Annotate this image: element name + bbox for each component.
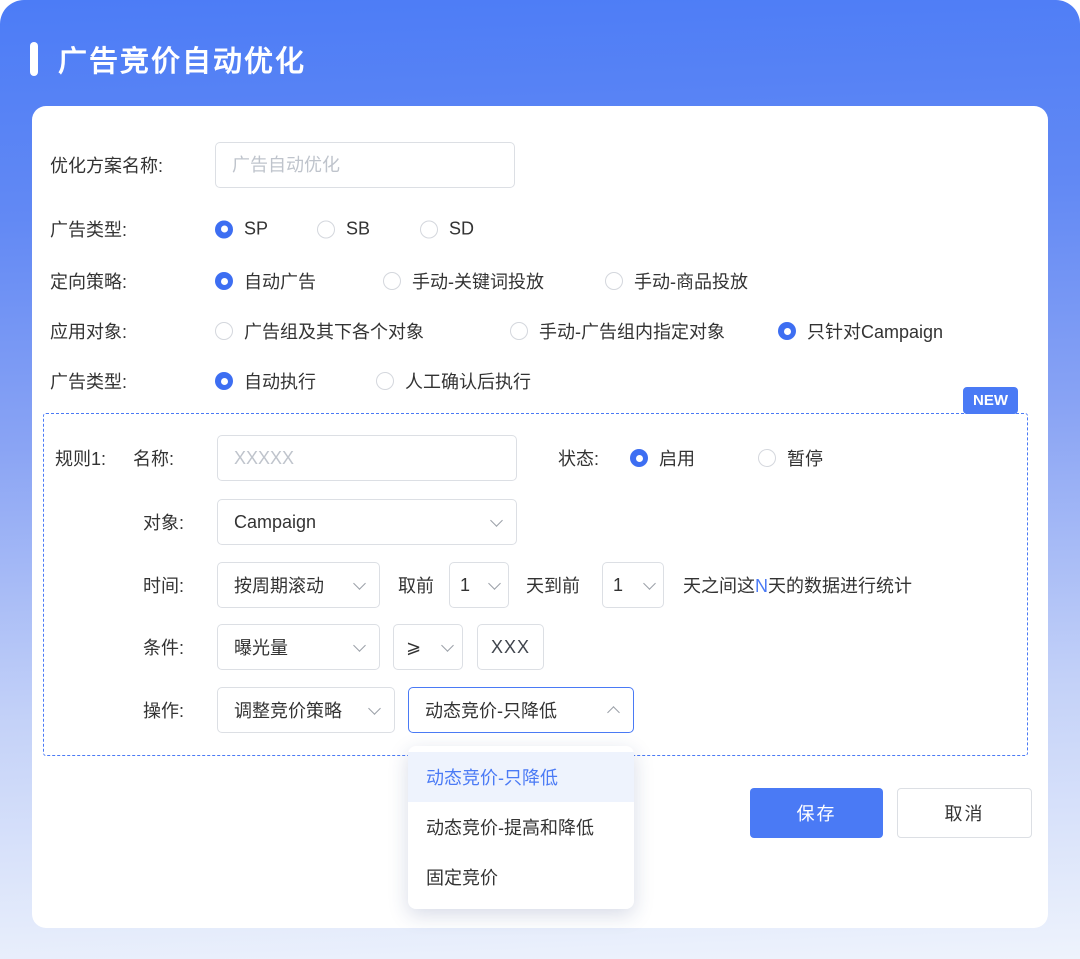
- targeting-label: 定向策略:: [50, 268, 127, 294]
- radio-unselected-icon: [420, 220, 438, 238]
- select-value: 动态竞价-只降低: [425, 697, 557, 723]
- radio-label: 广告组及其下各个对象: [244, 318, 424, 344]
- chevron-down-icon: [353, 639, 366, 652]
- menu-item-dynamic-up-down[interactable]: 动态竞价-提高和降低: [408, 802, 634, 852]
- rule-action-label: 操作:: [143, 697, 184, 723]
- rule-object-select[interactable]: Campaign: [217, 499, 517, 545]
- radio-status-paused[interactable]: 暂停: [758, 445, 823, 471]
- input-value: XXX: [491, 637, 530, 658]
- radio-label: 手动-商品投放: [634, 268, 748, 294]
- rule-time-label: 时间:: [143, 572, 184, 598]
- radio-execute-auto[interactable]: 自动执行: [215, 368, 316, 394]
- radio-execute-manual-confirm[interactable]: 人工确认后执行: [376, 368, 531, 394]
- radio-unselected-icon: [317, 220, 335, 238]
- radio-ad-type-sd[interactable]: SD: [420, 219, 474, 240]
- radio-label: 自动执行: [244, 368, 316, 394]
- condition-value-input[interactable]: XXX: [477, 624, 544, 670]
- select-value: 1: [460, 575, 470, 596]
- radio-selected-icon: [778, 322, 796, 340]
- save-button[interactable]: 保存: [750, 788, 883, 838]
- chevron-down-icon: [488, 577, 501, 590]
- select-value: 按周期滚动: [234, 572, 324, 598]
- plan-name-label: 优化方案名称:: [50, 152, 163, 178]
- ad-type-label: 广告类型:: [50, 216, 127, 242]
- condition-metric-select[interactable]: 曝光量: [217, 624, 380, 670]
- radio-status-enabled[interactable]: 启用: [630, 445, 695, 471]
- chevron-down-icon: [490, 514, 503, 527]
- plan-name-input[interactable]: [215, 142, 515, 188]
- radio-selected-icon: [215, 272, 233, 290]
- execute-mode-label: 广告类型:: [50, 368, 127, 394]
- radio-label: 启用: [659, 445, 695, 471]
- radio-ad-type-sb[interactable]: SB: [317, 219, 370, 240]
- radio-apply-adgroup-specified[interactable]: 手动-广告组内指定对象: [510, 318, 725, 344]
- title-accent-bar: [30, 42, 38, 76]
- chevron-down-icon: [643, 577, 656, 590]
- radio-label: 只针对Campaign: [807, 318, 943, 344]
- radio-label: SP: [244, 219, 268, 240]
- condition-operator-select[interactable]: ⩾: [393, 624, 463, 670]
- time-to-days-select[interactable]: 1: [602, 562, 664, 608]
- radio-apply-adgroup-all[interactable]: 广告组及其下各个对象: [215, 318, 424, 344]
- time-from-days-select[interactable]: 1: [449, 562, 509, 608]
- bid-option-dropdown-menu: 动态竞价-只降低 动态竞价-提高和降低 固定竞价: [408, 746, 634, 909]
- radio-label: SD: [449, 219, 474, 240]
- page-title: 广告竞价自动优化: [58, 38, 306, 80]
- time-to-label: 天到前: [526, 572, 580, 598]
- radio-label: 人工确认后执行: [405, 368, 531, 394]
- radio-targeting-product[interactable]: 手动-商品投放: [605, 268, 748, 294]
- radio-unselected-icon: [215, 322, 233, 340]
- menu-item-dynamic-down-only[interactable]: 动态竞价-只降低: [408, 752, 634, 802]
- action-bid-select-open[interactable]: 动态竞价-只降低: [408, 687, 634, 733]
- radio-label: 暂停: [787, 445, 823, 471]
- radio-label: 手动-关键词投放: [412, 268, 544, 294]
- page: 广告竞价自动优化 优化方案名称: 广告类型: SP SB SD 定向策略: 自动…: [0, 0, 1080, 959]
- radio-unselected-icon: [758, 449, 776, 467]
- select-value: 1: [613, 575, 623, 596]
- time-mode-select[interactable]: 按周期滚动: [217, 562, 380, 608]
- rule-name-label: 名称:: [133, 445, 174, 471]
- rule-condition-label: 条件:: [143, 634, 184, 660]
- radio-selected-icon: [630, 449, 648, 467]
- radio-ad-type-sp[interactable]: SP: [215, 219, 268, 240]
- time-stat-hint: 天之间这N天的数据进行统计: [683, 572, 912, 598]
- radio-unselected-icon: [376, 372, 394, 390]
- radio-targeting-auto[interactable]: 自动广告: [215, 268, 316, 294]
- chevron-down-icon: [368, 702, 381, 715]
- radio-label: 手动-广告组内指定对象: [539, 318, 725, 344]
- rule-status-label: 状态:: [558, 445, 599, 471]
- radio-apply-campaign-only[interactable]: 只针对Campaign: [778, 318, 943, 344]
- radio-selected-icon: [215, 372, 233, 390]
- chevron-down-icon: [441, 639, 454, 652]
- chevron-up-icon: [607, 706, 620, 719]
- chevron-down-icon: [353, 577, 366, 590]
- select-value: 曝光量: [234, 634, 288, 660]
- radio-unselected-icon: [605, 272, 623, 290]
- radio-unselected-icon: [510, 322, 528, 340]
- hint-n: N: [755, 576, 768, 596]
- select-value: 调整竞价策略: [234, 697, 342, 723]
- rule-object-label: 对象:: [143, 509, 184, 535]
- action-strategy-select[interactable]: 调整竞价策略: [217, 687, 395, 733]
- radio-label: SB: [346, 219, 370, 240]
- radio-selected-icon: [215, 220, 233, 238]
- radio-targeting-keyword[interactable]: 手动-关键词投放: [383, 268, 544, 294]
- rule-title: 规则1:: [55, 445, 106, 471]
- menu-item-fixed-bid[interactable]: 固定竞价: [408, 852, 634, 902]
- new-badge: NEW: [963, 387, 1018, 414]
- select-value: Campaign: [234, 512, 316, 533]
- select-value: ⩾: [406, 637, 421, 658]
- cancel-button[interactable]: 取消: [897, 788, 1032, 838]
- radio-label: 自动广告: [244, 268, 316, 294]
- rule-name-input[interactable]: [217, 435, 517, 481]
- hint-text: 天之间这: [683, 576, 755, 596]
- time-take-label: 取前: [398, 572, 434, 598]
- radio-unselected-icon: [383, 272, 401, 290]
- hint-text: 天的数据进行统计: [768, 576, 912, 596]
- apply-target-label: 应用对象:: [50, 318, 127, 344]
